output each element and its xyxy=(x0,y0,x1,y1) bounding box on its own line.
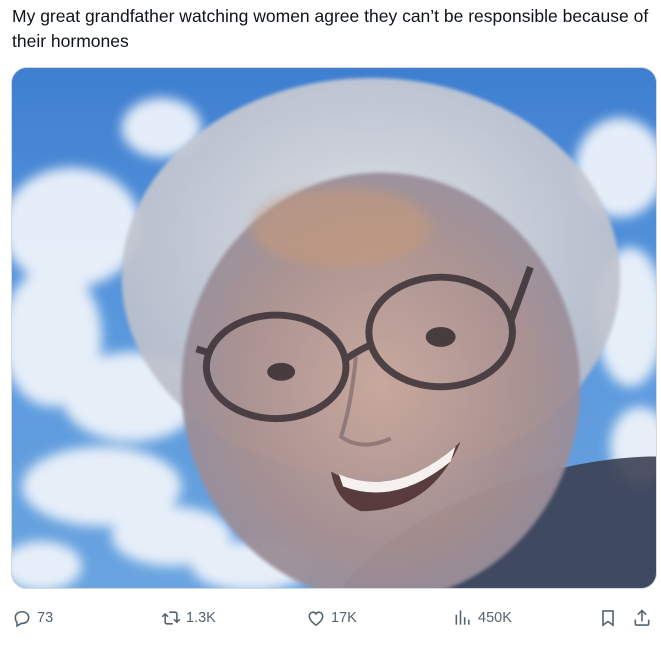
reply-icon xyxy=(14,610,30,628)
repost-icon xyxy=(161,611,181,625)
heart-icon xyxy=(308,611,324,627)
bookmark-icon xyxy=(602,610,614,627)
reply-button[interactable]: 73 xyxy=(12,603,53,633)
repost-count: 1.3K xyxy=(186,610,216,626)
post-image[interactable] xyxy=(11,67,657,589)
share-button[interactable] xyxy=(632,603,652,633)
like-button[interactable]: 17K xyxy=(306,603,357,633)
views-button[interactable]: 450K xyxy=(453,603,512,633)
views-icon xyxy=(455,610,470,625)
photo-sky-face xyxy=(12,68,656,588)
reply-count: 73 xyxy=(37,610,54,626)
share-icon xyxy=(634,609,650,626)
like-count: 17K xyxy=(331,610,357,626)
repost-button[interactable]: 1.3K xyxy=(161,603,216,633)
post-text: My great grandfather watching women agre… xyxy=(12,6,649,51)
views-count: 450K xyxy=(478,610,512,626)
bookmark-button[interactable] xyxy=(598,603,618,633)
action-bar: 73 1.3K 17K 450K xyxy=(0,603,661,633)
